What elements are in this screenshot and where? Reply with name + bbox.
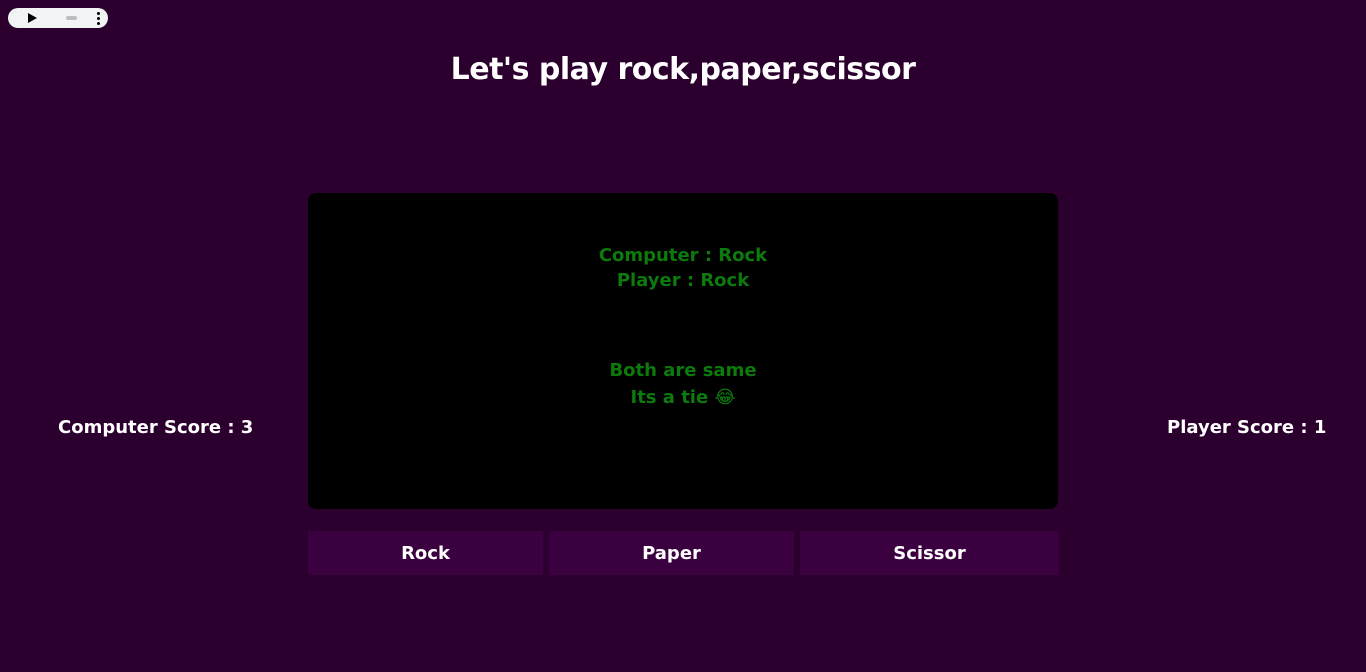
paper-button[interactable]: Paper bbox=[549, 531, 794, 575]
player-score: Player Score : 1 bbox=[1167, 417, 1327, 438]
computer-score: Computer Score : 3 bbox=[58, 417, 254, 438]
play-icon[interactable] bbox=[28, 13, 37, 23]
scissor-button[interactable]: Scissor bbox=[800, 531, 1059, 575]
volume-icon[interactable] bbox=[66, 16, 77, 20]
result-board: Computer : Rock Player : Rock Both are s… bbox=[308, 193, 1058, 509]
audio-player[interactable] bbox=[8, 8, 108, 28]
result-text-line2: Its a tie 😂 bbox=[630, 387, 736, 408]
result-text-line1: Both are same bbox=[609, 360, 757, 381]
computer-choice-text: Computer : Rock bbox=[598, 245, 768, 266]
game-page: Let's play rock,paper,scissor Computer :… bbox=[0, 0, 1366, 672]
page-title: Let's play rock,paper,scissor bbox=[450, 52, 916, 87]
player-choice-text: Player : Rock bbox=[616, 270, 750, 291]
more-options-icon[interactable] bbox=[97, 11, 100, 25]
rock-button[interactable]: Rock bbox=[308, 531, 543, 575]
